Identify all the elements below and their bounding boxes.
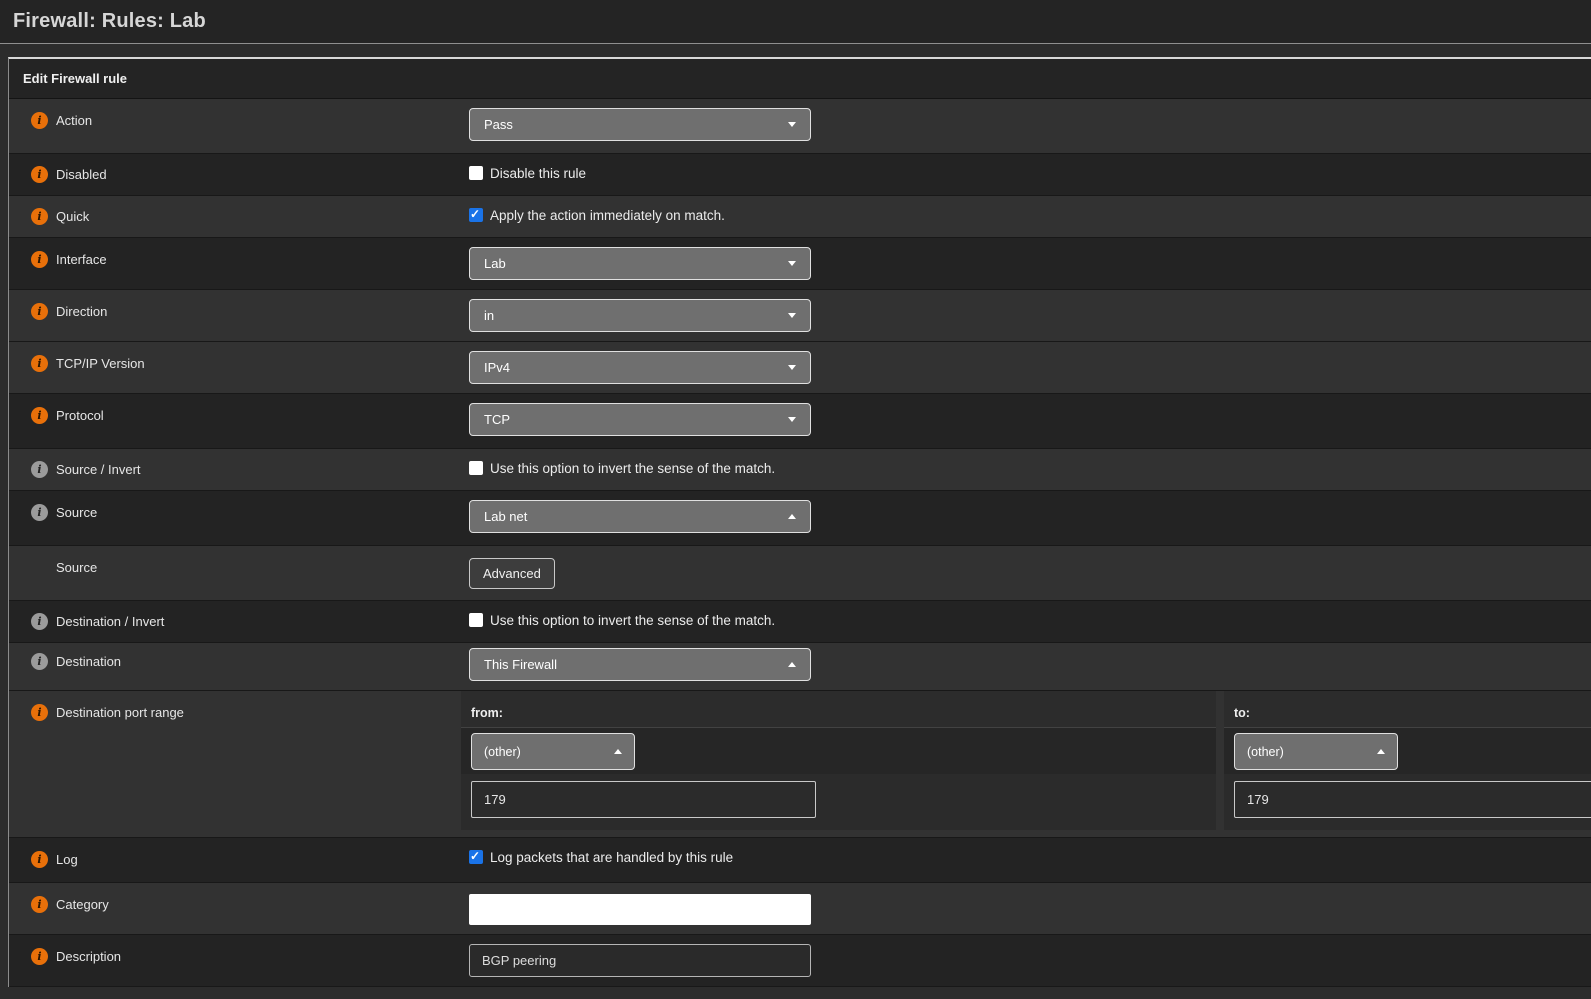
- info-icon[interactable]: [31, 407, 48, 424]
- field-label-direction: Direction: [56, 303, 107, 319]
- description-input[interactable]: [469, 944, 811, 977]
- port-from-select-value: (other): [484, 745, 521, 759]
- port-from-select[interactable]: (other): [471, 733, 635, 770]
- caret-down-icon: [788, 313, 796, 318]
- field-label-quick: Quick: [56, 208, 89, 224]
- row-tcpip-version: TCP/IP Version IPv4: [9, 342, 1591, 394]
- port-from-input[interactable]: [471, 781, 816, 818]
- port-to-input[interactable]: [1234, 781, 1591, 818]
- port-to-select-value: (other): [1247, 745, 1284, 759]
- destination-select[interactable]: This Firewall: [469, 648, 811, 681]
- caret-up-icon: [614, 749, 622, 754]
- action-select[interactable]: Pass: [469, 108, 811, 141]
- info-icon[interactable]: [31, 303, 48, 320]
- quick-checkbox-label: Apply the action immediately on match.: [490, 208, 725, 223]
- field-label-log: Log: [56, 851, 78, 867]
- info-icon[interactable]: [31, 653, 48, 670]
- row-interface: Interface Lab: [9, 238, 1591, 290]
- row-quick: Quick Apply the action immediately on ma…: [9, 196, 1591, 238]
- log-checkbox[interactable]: [469, 850, 483, 864]
- destination-invert-checkbox[interactable]: [469, 613, 483, 627]
- category-input[interactable]: [469, 894, 811, 925]
- field-label-interface: Interface: [56, 251, 107, 267]
- info-icon[interactable]: [31, 896, 48, 913]
- port-from-header: from:: [461, 691, 1216, 728]
- info-icon[interactable]: [31, 112, 48, 129]
- tcpip-version-select-value: IPv4: [484, 360, 510, 375]
- quick-checkbox[interactable]: [469, 208, 483, 222]
- field-label-category: Category: [56, 896, 109, 912]
- field-label-disabled: Disabled: [56, 166, 107, 182]
- info-icon[interactable]: [31, 704, 48, 721]
- row-description: Description: [9, 935, 1591, 987]
- page-header: Firewall: Rules: Lab: [0, 0, 1591, 44]
- disabled-checkbox-label: Disable this rule: [490, 166, 586, 181]
- destination-invert-checkbox-label: Use this option to invert the sense of t…: [490, 613, 775, 628]
- port-to-header: to:: [1224, 691, 1591, 728]
- field-label-description: Description: [56, 948, 121, 964]
- panel-title: Edit Firewall rule: [9, 59, 1591, 99]
- direction-select[interactable]: in: [469, 299, 811, 332]
- interface-select[interactable]: Lab: [469, 247, 811, 280]
- row-direction: Direction in: [9, 290, 1591, 342]
- field-label-source: Source: [56, 504, 97, 520]
- row-destination-port-range: Destination port range from: to: (other)…: [9, 691, 1591, 838]
- source-invert-checkbox[interactable]: [469, 461, 483, 475]
- field-label-destination-port-range: Destination port range: [56, 704, 184, 720]
- tcpip-version-select[interactable]: IPv4: [469, 351, 811, 384]
- info-icon[interactable]: [31, 208, 48, 225]
- direction-select-value: in: [484, 308, 494, 323]
- destination-select-value: This Firewall: [484, 657, 557, 672]
- info-icon[interactable]: [31, 251, 48, 268]
- row-source-advanced: Source Advanced: [9, 546, 1591, 601]
- caret-up-icon: [788, 514, 796, 519]
- edit-firewall-rule-panel: Edit Firewall rule Action Pass Disabled …: [8, 57, 1591, 987]
- action-select-value: Pass: [484, 117, 513, 132]
- log-checkbox-label: Log packets that are handled by this rul…: [490, 850, 733, 865]
- info-icon[interactable]: [31, 851, 48, 868]
- info-icon[interactable]: [31, 504, 48, 521]
- protocol-select-value: TCP: [484, 412, 510, 427]
- page-gap: [0, 44, 1591, 57]
- field-label-destination: Destination: [56, 653, 121, 669]
- row-log: Log Log packets that are handled by this…: [9, 838, 1591, 883]
- field-label-action: Action: [56, 112, 92, 128]
- row-destination: Destination This Firewall: [9, 643, 1591, 691]
- row-source: Source Lab net: [9, 491, 1591, 546]
- advanced-button[interactable]: Advanced: [469, 558, 555, 589]
- row-action: Action Pass: [9, 99, 1591, 154]
- row-category: Category: [9, 883, 1591, 935]
- info-icon[interactable]: [31, 166, 48, 183]
- field-label-source-advanced: Source: [56, 559, 97, 575]
- disabled-checkbox[interactable]: [469, 166, 483, 180]
- source-select-value: Lab net: [484, 509, 527, 524]
- field-label-tcpip-version: TCP/IP Version: [56, 355, 145, 371]
- field-label-destination-invert: Destination / Invert: [56, 613, 164, 629]
- port-to-select[interactable]: (other): [1234, 733, 1398, 770]
- row-source-invert: Source / Invert Use this option to inver…: [9, 449, 1591, 491]
- interface-select-value: Lab: [484, 256, 506, 271]
- page-title: Firewall: Rules: Lab: [13, 10, 206, 33]
- row-disabled: Disabled Disable this rule: [9, 154, 1591, 196]
- info-icon[interactable]: [31, 355, 48, 372]
- caret-up-icon: [788, 662, 796, 667]
- caret-down-icon: [788, 122, 796, 127]
- source-invert-checkbox-label: Use this option to invert the sense of t…: [490, 461, 775, 476]
- caret-down-icon: [788, 261, 796, 266]
- protocol-select[interactable]: TCP: [469, 403, 811, 436]
- field-label-protocol: Protocol: [56, 407, 104, 423]
- info-icon[interactable]: [31, 948, 48, 965]
- caret-down-icon: [788, 417, 796, 422]
- caret-down-icon: [788, 365, 796, 370]
- info-icon[interactable]: [31, 461, 48, 478]
- source-select[interactable]: Lab net: [469, 500, 811, 533]
- row-destination-invert: Destination / Invert Use this option to …: [9, 601, 1591, 643]
- info-icon[interactable]: [31, 613, 48, 630]
- caret-up-icon: [1377, 749, 1385, 754]
- row-protocol: Protocol TCP: [9, 394, 1591, 449]
- field-label-source-invert: Source / Invert: [56, 461, 141, 477]
